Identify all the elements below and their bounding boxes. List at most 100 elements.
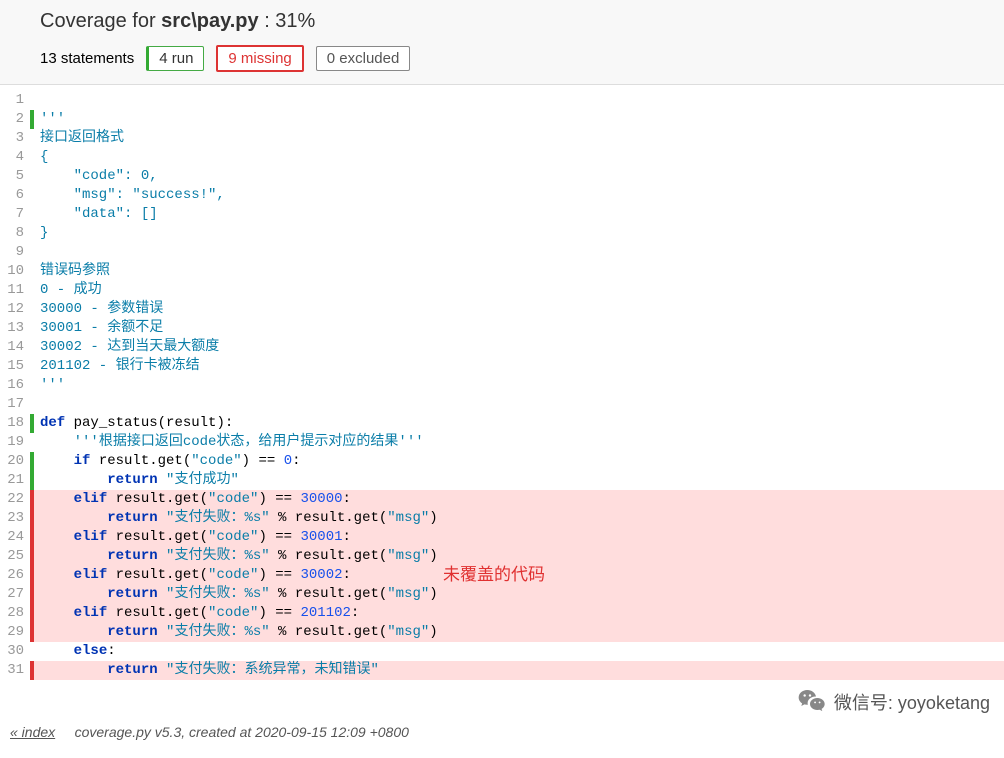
code-line: 110 - 成功 <box>0 281 1004 300</box>
code-line: 18def pay_status(result): <box>0 414 1004 433</box>
code-line: 29 return "支付失败：%s" % result.get("msg") <box>0 623 1004 642</box>
line-number[interactable]: 11 <box>0 281 30 300</box>
code-line: 7 "data": [] <box>0 205 1004 224</box>
code-line: 30 else: <box>0 642 1004 661</box>
stats-row: 13 statements 4 run 9 missing 0 excluded <box>40 45 964 72</box>
code-line: 19 '''根据接口返回code状态，给用户提示对应的结果''' <box>0 433 1004 452</box>
footer: « index coverage.py v5.3, created at 202… <box>10 724 409 740</box>
header: Coverage for src\pay.py : 31% 13 stateme… <box>0 0 1004 85</box>
line-number[interactable]: 4 <box>0 148 30 167</box>
code-text <box>34 91 1004 110</box>
code-line: 31 return "支付失败：系统异常，未知错误" <box>0 661 1004 680</box>
code-text: { <box>34 148 1004 167</box>
code-line: 3接口返回格式 <box>0 129 1004 148</box>
line-number[interactable]: 24 <box>0 528 30 547</box>
line-number[interactable]: 10 <box>0 262 30 281</box>
footer-text: coverage.py v5.3, created at 2020-09-15 … <box>75 724 409 740</box>
code-text: 30001 - 余额不足 <box>34 319 1004 338</box>
code-line: 1 <box>0 91 1004 110</box>
line-number[interactable]: 20 <box>0 452 30 471</box>
line-number[interactable]: 15 <box>0 357 30 376</box>
line-number[interactable]: 2 <box>0 110 30 129</box>
line-number[interactable]: 18 <box>0 414 30 433</box>
code-text: 接口返回格式 <box>34 129 1004 148</box>
code-line: 15201102 - 银行卡被冻结 <box>0 357 1004 376</box>
line-number[interactable]: 7 <box>0 205 30 224</box>
line-number[interactable]: 30 <box>0 642 30 661</box>
coverage-percent: : 31% <box>259 10 316 32</box>
code-area: 12'''3接口返回格式4{5 "code": 0,6 "msg": "succ… <box>0 91 1004 680</box>
page-title: Coverage for src\pay.py : 31% <box>40 10 964 33</box>
line-number[interactable]: 14 <box>0 338 30 357</box>
run-button[interactable]: 4 run <box>146 46 204 71</box>
coverage-label: Coverage for <box>40 10 161 32</box>
code-text: else: <box>34 642 1004 661</box>
line-number[interactable]: 21 <box>0 471 30 490</box>
index-link[interactable]: « index <box>10 724 55 740</box>
line-number[interactable]: 16 <box>0 376 30 395</box>
code-text: 201102 - 银行卡被冻结 <box>34 357 1004 376</box>
code-text: "code": 0, <box>34 167 1004 186</box>
line-number[interactable]: 9 <box>0 243 30 262</box>
code-text <box>34 395 1004 414</box>
annotation-label: 未覆盖的代码 <box>443 560 545 585</box>
code-line: 6 "msg": "success!", <box>0 186 1004 205</box>
line-number[interactable]: 27 <box>0 585 30 604</box>
code-line: 28 elif result.get("code") == 201102: <box>0 604 1004 623</box>
code-text: "msg": "success!", <box>34 186 1004 205</box>
code-line: 8} <box>0 224 1004 243</box>
code-text: return "支付失败：%s" % result.get("msg") <box>34 585 1004 604</box>
code-text: return "支付失败：%s" % result.get("msg") <box>34 509 1004 528</box>
line-number[interactable]: 5 <box>0 167 30 186</box>
line-number[interactable]: 17 <box>0 395 30 414</box>
line-number[interactable]: 25 <box>0 547 30 566</box>
code-line: 24 elif result.get("code") == 30001: <box>0 528 1004 547</box>
code-text: 30002 - 达到当天最大额度 <box>34 338 1004 357</box>
code-text <box>34 243 1004 262</box>
excluded-button[interactable]: 0 excluded <box>316 46 411 71</box>
line-number[interactable]: 29 <box>0 623 30 642</box>
wechat-badge: 微信号: yoyoketang <box>796 686 990 718</box>
line-number[interactable]: 3 <box>0 129 30 148</box>
code-line: 27 return "支付失败：%s" % result.get("msg") <box>0 585 1004 604</box>
line-number[interactable]: 23 <box>0 509 30 528</box>
code-line: 4{ <box>0 148 1004 167</box>
code-text: return "支付成功" <box>34 471 1004 490</box>
line-number[interactable]: 31 <box>0 661 30 680</box>
code-line: 5 "code": 0, <box>0 167 1004 186</box>
wechat-text: 微信号: yoyoketang <box>834 689 990 715</box>
code-text: '''根据接口返回code状态，给用户提示对应的结果''' <box>34 433 1004 452</box>
code-text: return "支付失败：%s" % result.get("msg") <box>34 623 1004 642</box>
line-number[interactable]: 8 <box>0 224 30 243</box>
line-number[interactable]: 13 <box>0 319 30 338</box>
code-text: ''' <box>34 110 1004 129</box>
code-line: 1330001 - 余额不足 <box>0 319 1004 338</box>
code-text: 0 - 成功 <box>34 281 1004 300</box>
code-line: 10错误码参照 <box>0 262 1004 281</box>
line-number[interactable]: 19 <box>0 433 30 452</box>
code-text: elif result.get("code") == 30001: <box>34 528 1004 547</box>
code-text: ''' <box>34 376 1004 395</box>
code-text: "data": [] <box>34 205 1004 224</box>
code-line: 20 if result.get("code") == 0: <box>0 452 1004 471</box>
filename: src\pay.py <box>161 10 258 32</box>
code-text: 30000 - 参数错误 <box>34 300 1004 319</box>
statements-count: 13 statements <box>40 50 134 67</box>
code-text: elif result.get("code") == 30000: <box>34 490 1004 509</box>
line-number[interactable]: 6 <box>0 186 30 205</box>
code-line: 9 <box>0 243 1004 262</box>
line-number[interactable]: 22 <box>0 490 30 509</box>
line-number[interactable]: 1 <box>0 91 30 110</box>
missing-button[interactable]: 9 missing <box>216 45 303 72</box>
code-line: 22 elif result.get("code") == 30000: <box>0 490 1004 509</box>
code-text: return "支付失败：系统异常，未知错误" <box>34 661 1004 680</box>
code-line: 16''' <box>0 376 1004 395</box>
code-line: 1430002 - 达到当天最大额度 <box>0 338 1004 357</box>
code-text: } <box>34 224 1004 243</box>
line-number[interactable]: 26 <box>0 566 30 585</box>
line-number[interactable]: 28 <box>0 604 30 623</box>
code-line: 1230000 - 参数错误 <box>0 300 1004 319</box>
code-line: 23 return "支付失败：%s" % result.get("msg") <box>0 509 1004 528</box>
line-number[interactable]: 12 <box>0 300 30 319</box>
code-text: if result.get("code") == 0: <box>34 452 1004 471</box>
